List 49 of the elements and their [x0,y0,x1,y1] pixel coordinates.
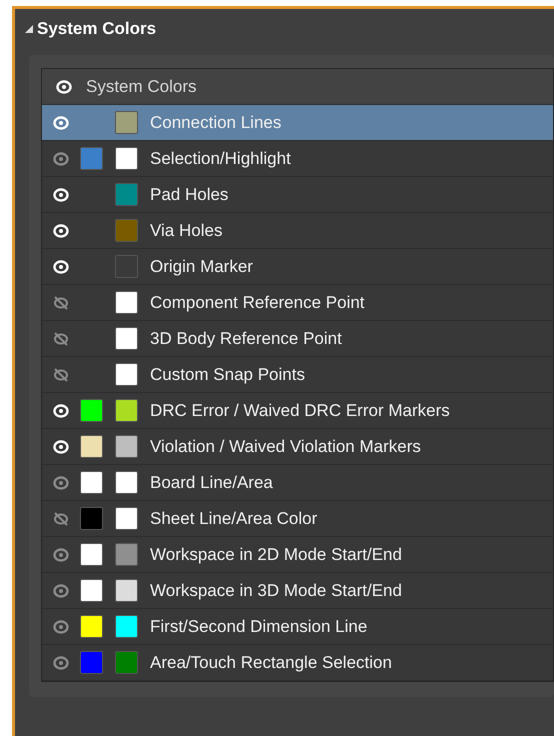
color-swatch[interactable] [115,327,138,350]
color-swatch[interactable] [80,399,103,422]
color-swatch[interactable] [115,183,138,206]
color-swatch[interactable] [115,507,138,530]
row-label: Via Holes [150,220,222,240]
color-swatch[interactable] [115,363,138,386]
section-title: System Colors [37,19,156,39]
row-label: Connection Lines [150,112,282,132]
row-label: Workspace in 3D Mode Start/End [150,580,402,600]
hidden-eye-icon[interactable] [53,294,69,310]
header-label: System Colors [86,76,197,96]
color-swatch[interactable] [115,255,138,278]
hidden-eye-icon[interactable] [53,330,69,346]
row-label: Area/Touch Rectangle Selection [150,652,392,672]
row-label: First/Second Dimension Line [150,616,368,636]
color-swatch[interactable] [80,651,103,674]
color-swatch[interactable] [80,615,103,638]
color-swatch[interactable] [80,579,103,602]
color-swatch[interactable] [115,399,138,422]
row-label: Sheet Line/Area Color [150,508,318,528]
hidden-eye-icon[interactable] [53,510,69,526]
color-swatch[interactable] [80,507,103,530]
color-swatch[interactable] [115,111,138,134]
row-label: Origin Marker [150,256,253,276]
row-label: Board Line/Area [150,472,273,492]
row-label: Pad Holes [150,184,228,204]
row-label: Violation / Waived Violation Markers [150,436,421,456]
color-swatch[interactable] [115,579,138,602]
color-swatch[interactable] [80,543,103,566]
color-row[interactable]: Connection Lines [42,105,553,141]
hidden-eye-icon[interactable] [53,366,69,382]
color-swatch[interactable] [80,471,103,494]
color-swatch[interactable] [115,651,138,674]
row-label: Component Reference Point [150,292,365,312]
color-swatch[interactable] [115,219,138,242]
color-swatch[interactable] [80,435,103,458]
color-swatch[interactable] [80,147,103,170]
row-label: Custom Snap Points [150,364,305,384]
color-swatch[interactable] [115,291,138,314]
row-label: Workspace in 2D Mode Start/End [150,544,402,564]
row-label: 3D Body Reference Point [150,328,342,348]
color-swatch[interactable] [115,543,138,566]
collapse-caret-icon[interactable] [25,25,33,33]
row-label: DRC Error / Waived DRC Error Markers [150,400,450,420]
color-swatch[interactable] [115,435,138,458]
color-swatch[interactable] [115,471,138,494]
color-swatch[interactable] [115,147,138,170]
row-label: Selection/Highlight [150,148,291,168]
color-swatch[interactable] [115,615,138,638]
